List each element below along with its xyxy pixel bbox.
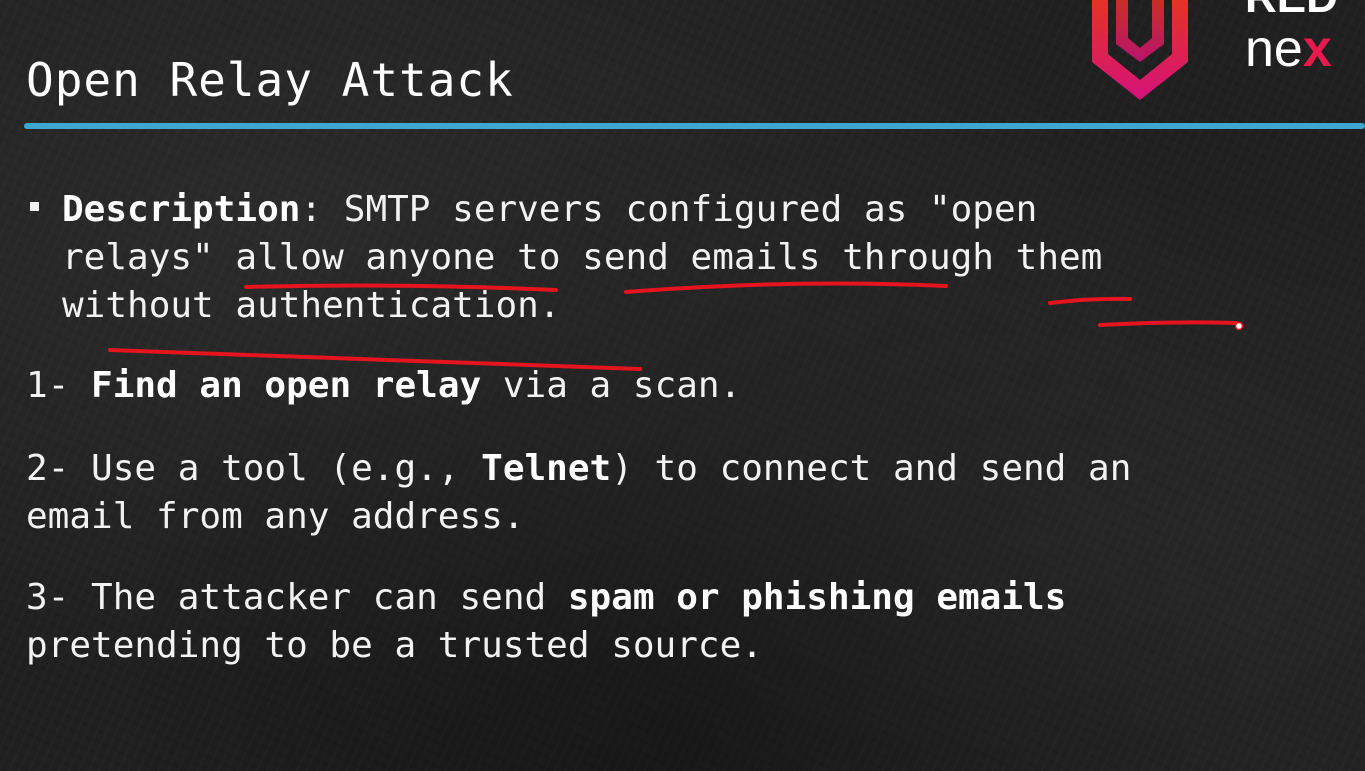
- slide-body: Description: SMTP servers configured as …: [0, 0, 1365, 771]
- description-text-1: : SMTP servers configured as "open: [300, 189, 1038, 230]
- step-1-prefix: 1-: [26, 365, 92, 406]
- step-2-line-2: email from any address.: [26, 496, 525, 537]
- description-line-3: without authentication.: [62, 285, 561, 326]
- step-2-prefix: 2- Use a tool (e.g.,: [26, 448, 482, 489]
- step-1-bold: Find an open relay: [91, 365, 482, 406]
- description-line-1: Description: SMTP servers configured as …: [62, 186, 1037, 234]
- step-3-bold: spam or phishing emails: [567, 577, 1067, 618]
- step-1: 1- Find an open relay via a scan.: [26, 362, 741, 410]
- step-2: 2- Use a tool (e.g., Telnet) to connect …: [26, 445, 1131, 493]
- step-3: 3- The attacker can send spam or phishin…: [26, 574, 1066, 622]
- square-bullet-icon: [30, 202, 39, 211]
- step-3-line-2: pretending to be a trusted source.: [26, 625, 763, 666]
- step-2-bold: Telnet: [481, 448, 612, 489]
- step-2-rest: ) to connect and send an: [611, 448, 1132, 489]
- step-1-rest: via a scan.: [481, 365, 742, 406]
- description-label: Description: [62, 189, 301, 230]
- description-line-2: relays" allow anyone to send emails thro…: [62, 237, 1103, 278]
- step-3-prefix: 3- The attacker can send: [26, 577, 568, 618]
